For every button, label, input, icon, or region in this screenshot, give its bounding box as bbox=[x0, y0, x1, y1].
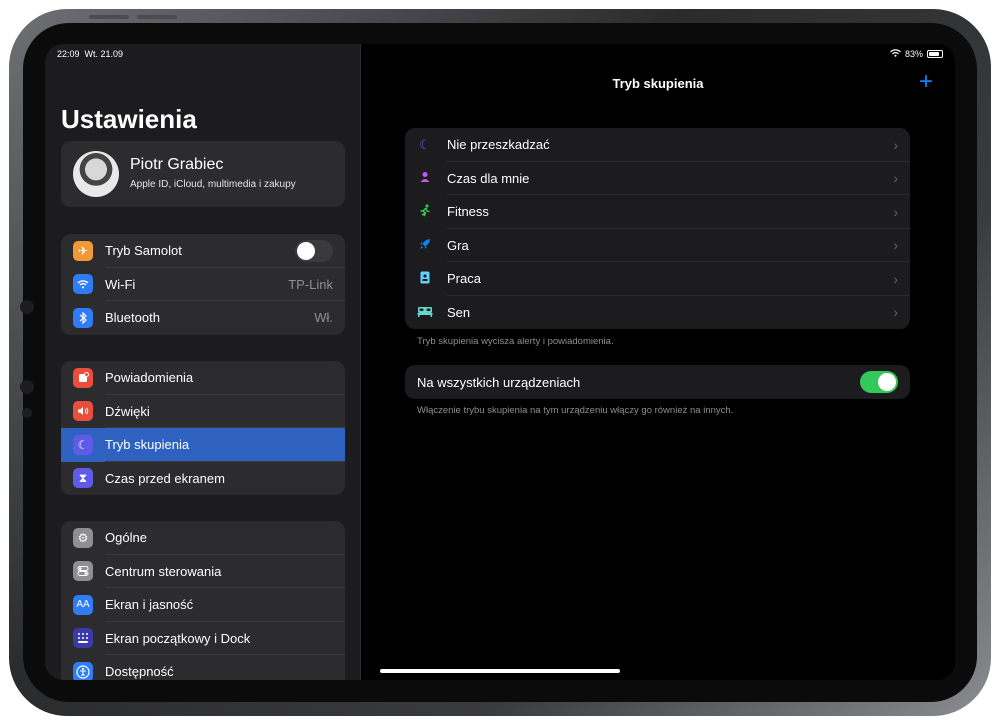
avatar bbox=[73, 151, 119, 197]
notifications-group: Powiadomienia Dźwięki ☾ Tryb skupienia ⧗… bbox=[61, 361, 345, 495]
sidebar-item-label: Czas przed ekranem bbox=[105, 470, 225, 486]
bluetooth-status: Wł. bbox=[314, 310, 333, 326]
sidebar-item-display[interactable]: AA Ekran i jasność bbox=[61, 588, 345, 622]
page-title: Tryb skupienia bbox=[612, 76, 704, 91]
hourglass-icon: ⧗ bbox=[73, 468, 93, 489]
sidebar-item-accessibility[interactable]: Dostępność bbox=[61, 655, 345, 680]
share-across-devices-row: Na wszystkich urządzeniach bbox=[405, 365, 910, 399]
sidebar-item-label: Dostępność bbox=[105, 664, 174, 680]
settings-sidebar: Ustawienia Piotr Grabiec Apple ID, iClou… bbox=[45, 44, 361, 680]
control-center-icon bbox=[73, 561, 93, 582]
focus-item-label: Sen bbox=[447, 304, 471, 320]
sidebar-item-bluetooth[interactable]: Bluetooth Wł. bbox=[61, 301, 345, 335]
profile-subtitle: Apple ID, iCloud, multimedia i zakupy bbox=[130, 179, 296, 190]
sidebar-item-label: Tryb Samolot bbox=[105, 243, 182, 259]
focus-item-fitness[interactable]: Fitness › bbox=[405, 195, 910, 229]
general-group: ⚙ Ogólne Centrum sterowania AA Ekran i j… bbox=[61, 521, 345, 680]
focus-modes-list: ☾ Nie przeszkadzać › Czas dla mnie › Fit… bbox=[405, 128, 910, 329]
add-focus-button[interactable]: + bbox=[919, 70, 933, 94]
focus-item-label: Praca bbox=[447, 271, 481, 287]
gear-icon: ⚙ bbox=[73, 527, 93, 548]
moon-icon: ☾ bbox=[73, 434, 93, 455]
status-date: Wt. 21.09 bbox=[84, 49, 124, 59]
sidebar-item-label: Centrum sterowania bbox=[105, 563, 222, 579]
airplane-toggle[interactable] bbox=[295, 239, 333, 262]
sidebar-item-label: Tryb skupienia bbox=[105, 437, 190, 453]
status-bar: 22:09 Wt. 21.09 83% bbox=[57, 49, 943, 63]
sidebar-item-control-center[interactable]: Centrum sterowania bbox=[61, 555, 345, 589]
focus-item-label: Fitness bbox=[447, 204, 489, 220]
chevron-right-icon: › bbox=[893, 304, 898, 321]
focus-detail-pane: Tryb skupienia + ☾ Nie przeszkadzać › Cz… bbox=[361, 44, 955, 680]
rocket-icon bbox=[417, 238, 433, 253]
sidebar-item-label: Wi-Fi bbox=[105, 276, 136, 292]
chevron-right-icon: › bbox=[893, 203, 898, 220]
sidebar-item-wifi[interactable]: Wi-Fi TP-Link bbox=[61, 268, 345, 302]
battery-icon bbox=[927, 50, 943, 58]
moon-icon: ☾ bbox=[419, 136, 431, 152]
sidebar-title: Ustawienia bbox=[61, 104, 197, 134]
camera-dot bbox=[20, 380, 34, 394]
airplane-icon: ✈ bbox=[73, 240, 93, 261]
sensor-dot bbox=[22, 408, 32, 418]
bed-icon bbox=[417, 305, 433, 320]
profile-name: Piotr Grabiec bbox=[130, 156, 224, 173]
accessibility-icon bbox=[73, 661, 93, 680]
share-label: Na wszystkich urządzeniach bbox=[417, 374, 581, 390]
sidebar-item-airplane[interactable]: ✈ Tryb Samolot bbox=[61, 234, 345, 268]
chevron-right-icon: › bbox=[893, 170, 898, 187]
wifi-icon bbox=[73, 274, 93, 295]
volume-button bbox=[137, 15, 177, 19]
screen: Ustawienia Piotr Grabiec Apple ID, iClou… bbox=[45, 44, 955, 680]
sidebar-item-label: Bluetooth bbox=[105, 310, 160, 326]
sidebar-item-general[interactable]: ⚙ Ogólne bbox=[61, 521, 345, 555]
focus-item-sleep[interactable]: Sen › bbox=[405, 296, 910, 330]
wifi-icon bbox=[890, 49, 901, 59]
focus-item-gaming[interactable]: Gra › bbox=[405, 229, 910, 263]
sidebar-item-label: Ogólne bbox=[105, 530, 147, 546]
sidebar-item-sounds[interactable]: Dźwięki bbox=[61, 395, 345, 429]
sidebar-item-screen-time[interactable]: ⧗ Czas przed ekranem bbox=[61, 462, 345, 496]
focus-note: Tryb skupienia wycisza alerty i powiadom… bbox=[417, 336, 614, 347]
bluetooth-icon bbox=[73, 307, 93, 328]
sidebar-item-label: Ekran początkowy i Dock bbox=[105, 630, 251, 646]
camera-dot bbox=[20, 300, 34, 314]
status-time: 22:09 bbox=[57, 49, 80, 59]
focus-item-personal[interactable]: Czas dla mnie › bbox=[405, 162, 910, 196]
share-note: Włączenie trybu skupienia na tym urządze… bbox=[417, 405, 734, 416]
home-indicator[interactable] bbox=[380, 669, 620, 673]
badge-icon bbox=[417, 271, 433, 287]
chevron-right-icon: › bbox=[893, 270, 898, 287]
home-screen-icon bbox=[73, 628, 93, 649]
chevron-right-icon: › bbox=[893, 237, 898, 254]
share-across-devices-toggle[interactable] bbox=[860, 371, 898, 393]
running-icon bbox=[417, 204, 433, 220]
focus-item-do-not-disturb[interactable]: ☾ Nie przeszkadzać › bbox=[405, 128, 910, 162]
sidebar-item-focus[interactable]: ☾ Tryb skupienia bbox=[61, 428, 345, 462]
volume-button bbox=[89, 15, 129, 19]
status-right: 83% bbox=[890, 49, 943, 59]
sidebar-item-label: Ekran i jasność bbox=[105, 597, 194, 613]
share-devices-group: Na wszystkich urządzeniach bbox=[405, 365, 910, 399]
sidebar-item-notifications[interactable]: Powiadomienia bbox=[61, 361, 345, 395]
sound-icon bbox=[73, 401, 93, 422]
sidebar-item-home-screen[interactable]: Ekran początkowy i Dock bbox=[61, 622, 345, 656]
battery-percent: 83% bbox=[904, 49, 923, 59]
focus-item-label: Gra bbox=[447, 237, 469, 253]
focus-item-label: Nie przeszkadzać bbox=[447, 137, 550, 153]
person-icon bbox=[417, 171, 433, 186]
sidebar-item-label: Powiadomienia bbox=[105, 370, 194, 386]
chevron-right-icon: › bbox=[893, 136, 898, 153]
status-time-date: 22:09 Wt. 21.09 bbox=[57, 49, 123, 59]
connectivity-group: ✈ Tryb Samolot Wi-Fi TP-Link Bluetooth W… bbox=[61, 234, 345, 335]
display-icon: AA bbox=[73, 594, 93, 615]
focus-item-work[interactable]: Praca › bbox=[405, 262, 910, 296]
profile-card[interactable]: Piotr Grabiec Apple ID, iCloud, multimed… bbox=[61, 141, 345, 207]
notifications-icon bbox=[73, 367, 93, 388]
wifi-network: TP-Link bbox=[288, 276, 333, 292]
focus-item-label: Czas dla mnie bbox=[447, 170, 530, 186]
sidebar-item-label: Dźwięki bbox=[105, 403, 150, 419]
